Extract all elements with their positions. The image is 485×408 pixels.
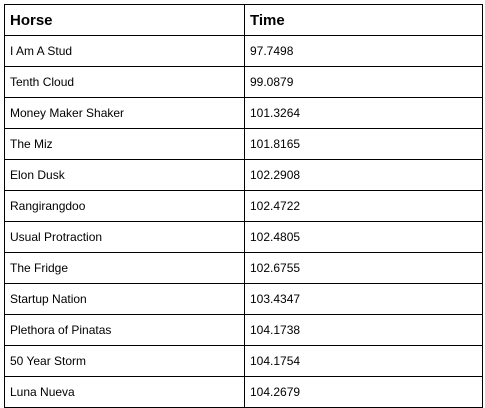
cell-time: 104.2679 [244,376,483,408]
table-row: Elon Dusk 102.2908 [4,159,483,191]
cell-horse: Elon Dusk [4,159,245,191]
table-row: Usual Protraction 102.4805 [4,221,483,253]
table-row: I Am A Stud 97.7498 [4,35,483,67]
table-row: Tenth Cloud 99.0879 [4,66,483,98]
cell-horse: 50 Year Storm [4,345,245,377]
header-time: Time [244,4,483,36]
cell-horse: Usual Protraction [4,221,245,253]
cell-time: 103.4347 [244,283,483,315]
table-row: The Miz 101.8165 [4,128,483,160]
cell-time: 102.6755 [244,252,483,284]
cell-time: 101.3264 [244,97,483,129]
table-row: Startup Nation 103.4347 [4,283,483,315]
cell-time: 97.7498 [244,35,483,67]
cell-horse: The Fridge [4,252,245,284]
cell-horse: Luna Nueva [4,376,245,408]
cell-horse: Rangirangdoo [4,190,245,222]
cell-time: 104.1738 [244,314,483,346]
cell-time: 104.1754 [244,345,483,377]
table-row: 50 Year Storm 104.1754 [4,345,483,377]
results-table: Horse Time I Am A Stud 97.7498 Tenth Clo… [4,4,483,408]
cell-horse: The Miz [4,128,245,160]
cell-horse: Startup Nation [4,283,245,315]
cell-horse: I Am A Stud [4,35,245,67]
cell-horse: Tenth Cloud [4,66,245,98]
cell-horse: Plethora of Pinatas [4,314,245,346]
table-row: Money Maker Shaker 101.3264 [4,97,483,129]
cell-time: 101.8165 [244,128,483,160]
cell-time: 102.4805 [244,221,483,253]
table-header-row: Horse Time [4,4,483,36]
cell-time: 102.4722 [244,190,483,222]
table-row: Plethora of Pinatas 104.1738 [4,314,483,346]
cell-time: 99.0879 [244,66,483,98]
table-row: The Fridge 102.6755 [4,252,483,284]
cell-horse: Money Maker Shaker [4,97,245,129]
cell-time: 102.2908 [244,159,483,191]
table-row: Luna Nueva 104.2679 [4,376,483,408]
table-row: Rangirangdoo 102.4722 [4,190,483,222]
header-horse: Horse [4,4,245,36]
